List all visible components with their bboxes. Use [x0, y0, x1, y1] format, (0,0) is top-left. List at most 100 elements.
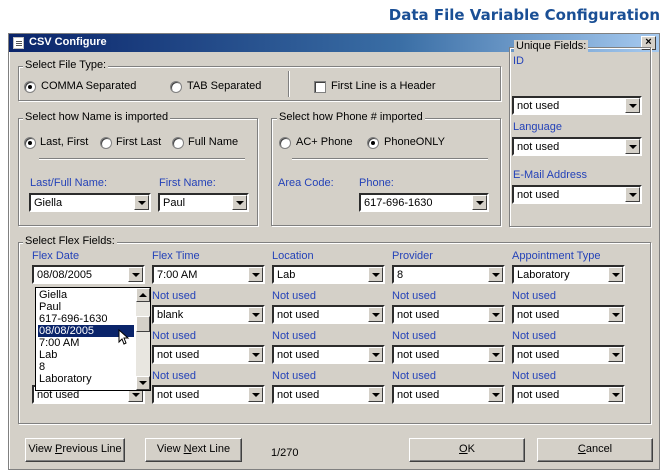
flex-row2-value: not used — [517, 349, 560, 361]
flex-row2-select[interactable]: not used — [392, 345, 505, 364]
dropdown-scrollbar[interactable] — [136, 288, 150, 390]
flex-row3-select[interactable]: not used — [392, 385, 505, 404]
flex-row1-select[interactable]: not used — [392, 305, 505, 324]
page-title: Data File Variable Configuration — [388, 6, 660, 24]
unique-field-language-value: not used — [517, 141, 560, 153]
flex-row2-label: Not used — [152, 330, 197, 342]
flex-row1-select[interactable]: blank — [152, 305, 265, 324]
flex-row3-label: Not used — [392, 370, 437, 382]
chevron-down-icon[interactable] — [625, 139, 640, 154]
flex-row3-value: not used — [157, 389, 200, 401]
chevron-down-icon[interactable] — [368, 307, 383, 322]
dropdown-option[interactable]: 8 — [38, 361, 134, 373]
first-last-radio[interactable] — [100, 137, 112, 149]
chevron-down-icon[interactable] — [248, 347, 263, 362]
last-full-name-select[interactable]: Giella — [29, 193, 151, 212]
scroll-thumb[interactable] — [136, 316, 150, 332]
chevron-down-icon[interactable] — [134, 195, 149, 210]
next-key: N — [183, 443, 192, 455]
phone-only-label[interactable]: PhoneONLY — [384, 136, 445, 148]
unique-field-email-label: E-Mail Address — [513, 169, 587, 181]
unique-fields-group-label: Unique Fields: — [514, 40, 589, 52]
ok-button[interactable]: OK — [409, 438, 525, 462]
phone-only-radio[interactable] — [367, 137, 379, 149]
flex-row1-select[interactable]: not used — [272, 305, 385, 324]
chevron-down-icon[interactable] — [608, 307, 623, 322]
dropdown-option[interactable]: 617-696-1630 — [38, 313, 134, 325]
chevron-down-icon[interactable] — [488, 267, 503, 282]
ac-phone-label[interactable]: AC+ Phone — [296, 136, 353, 148]
chevron-down-icon[interactable] — [128, 267, 143, 282]
flex-row2-value: not used — [157, 349, 200, 361]
flex-row3-select[interactable]: not used — [152, 385, 265, 404]
flex-date-dropdown-list[interactable]: Giella Paul 617-696-1630 08/08/2005 7:00… — [35, 287, 151, 391]
dropdown-option[interactable]: Giella — [38, 289, 134, 301]
flex-row1-label: Not used — [272, 290, 317, 302]
flex-row3-select[interactable]: not used — [272, 385, 385, 404]
flex-row2-value: not used — [397, 349, 440, 361]
unique-field-language-select[interactable]: not used — [512, 137, 642, 156]
chevron-down-icon[interactable] — [248, 387, 263, 402]
flex-row3-value: not used — [397, 389, 440, 401]
unique-field-id-select[interactable]: not used — [512, 96, 642, 115]
mouse-pointer-icon — [118, 329, 130, 345]
flex-row2-select[interactable]: not used — [152, 345, 265, 364]
flex-row1-select[interactable]: not used — [512, 305, 625, 324]
chevron-down-icon[interactable] — [488, 307, 503, 322]
comma-separated-radio[interactable] — [24, 81, 36, 93]
first-line-header-label[interactable]: First Line is a Header — [331, 80, 436, 92]
flex-row2-select[interactable]: not used — [272, 345, 385, 364]
chevron-down-icon[interactable] — [625, 187, 640, 202]
chevron-down-icon[interactable] — [625, 98, 640, 113]
line-counter: 1/270 — [271, 447, 299, 459]
ac-phone-radio[interactable] — [279, 137, 291, 149]
flex-time-value: 7:00 AM — [157, 269, 198, 281]
provider-select[interactable]: 8 — [392, 265, 505, 284]
cancel-button[interactable]: Cancel — [537, 438, 653, 462]
first-last-label[interactable]: First Last — [116, 136, 161, 148]
file-type-divider — [288, 71, 290, 97]
chevron-down-icon[interactable] — [608, 347, 623, 362]
dropdown-option[interactable]: Laboratory — [38, 373, 134, 385]
chevron-down-icon[interactable] — [488, 387, 503, 402]
last-first-radio[interactable] — [24, 137, 36, 149]
chevron-down-icon[interactable] — [488, 347, 503, 362]
tab-separated-radio[interactable] — [170, 81, 182, 93]
chevron-down-icon[interactable] — [368, 347, 383, 362]
first-name-select[interactable]: Paul — [158, 193, 249, 212]
flex-fields-group-label: Select Flex Fields: — [23, 235, 117, 247]
unique-field-email-select[interactable]: not used — [512, 185, 642, 204]
flex-row2-label: Not used — [512, 330, 557, 342]
comma-separated-label[interactable]: COMMA Separated — [41, 80, 136, 92]
location-select[interactable]: Lab — [272, 265, 385, 284]
chevron-down-icon[interactable] — [232, 195, 247, 210]
last-first-label[interactable]: Last, First — [40, 136, 88, 148]
chevron-down-icon[interactable] — [608, 267, 623, 282]
chevron-down-icon[interactable] — [368, 267, 383, 282]
full-name-radio[interactable] — [172, 137, 184, 149]
dropdown-option[interactable]: Lab — [38, 349, 134, 361]
unique-field-id-label: ID — [513, 55, 524, 67]
chevron-down-icon[interactable] — [368, 387, 383, 402]
flex-row3-select[interactable]: not used — [512, 385, 625, 404]
appointment-type-select[interactable]: Laboratory — [512, 265, 625, 284]
flex-row1-value: not used — [277, 309, 320, 321]
chevron-down-icon[interactable] — [248, 267, 263, 282]
first-line-header-checkbox[interactable] — [314, 81, 326, 93]
chevron-down-icon[interactable] — [248, 307, 263, 322]
flex-row1-label: Not used — [392, 290, 437, 302]
chevron-down-icon[interactable] — [472, 195, 487, 210]
view-previous-line-button[interactable]: View Previous Line — [25, 438, 125, 462]
phone-select[interactable]: 617-696-1630 — [359, 193, 489, 212]
flex-row2-select[interactable]: not used — [512, 345, 625, 364]
full-name-label[interactable]: Full Name — [188, 136, 238, 148]
tab-separated-label[interactable]: TAB Separated — [187, 80, 261, 92]
scroll-up-icon[interactable] — [136, 288, 150, 302]
scroll-down-icon[interactable] — [136, 376, 150, 390]
view-next-line-button[interactable]: View Next Line — [145, 438, 242, 462]
flex-date-select[interactable]: 08/08/2005 — [32, 265, 145, 284]
dropdown-option[interactable]: Paul — [38, 301, 134, 313]
flex-time-select[interactable]: 7:00 AM — [152, 265, 265, 284]
chevron-down-icon[interactable] — [608, 387, 623, 402]
first-name-label: First Name: — [159, 177, 216, 189]
